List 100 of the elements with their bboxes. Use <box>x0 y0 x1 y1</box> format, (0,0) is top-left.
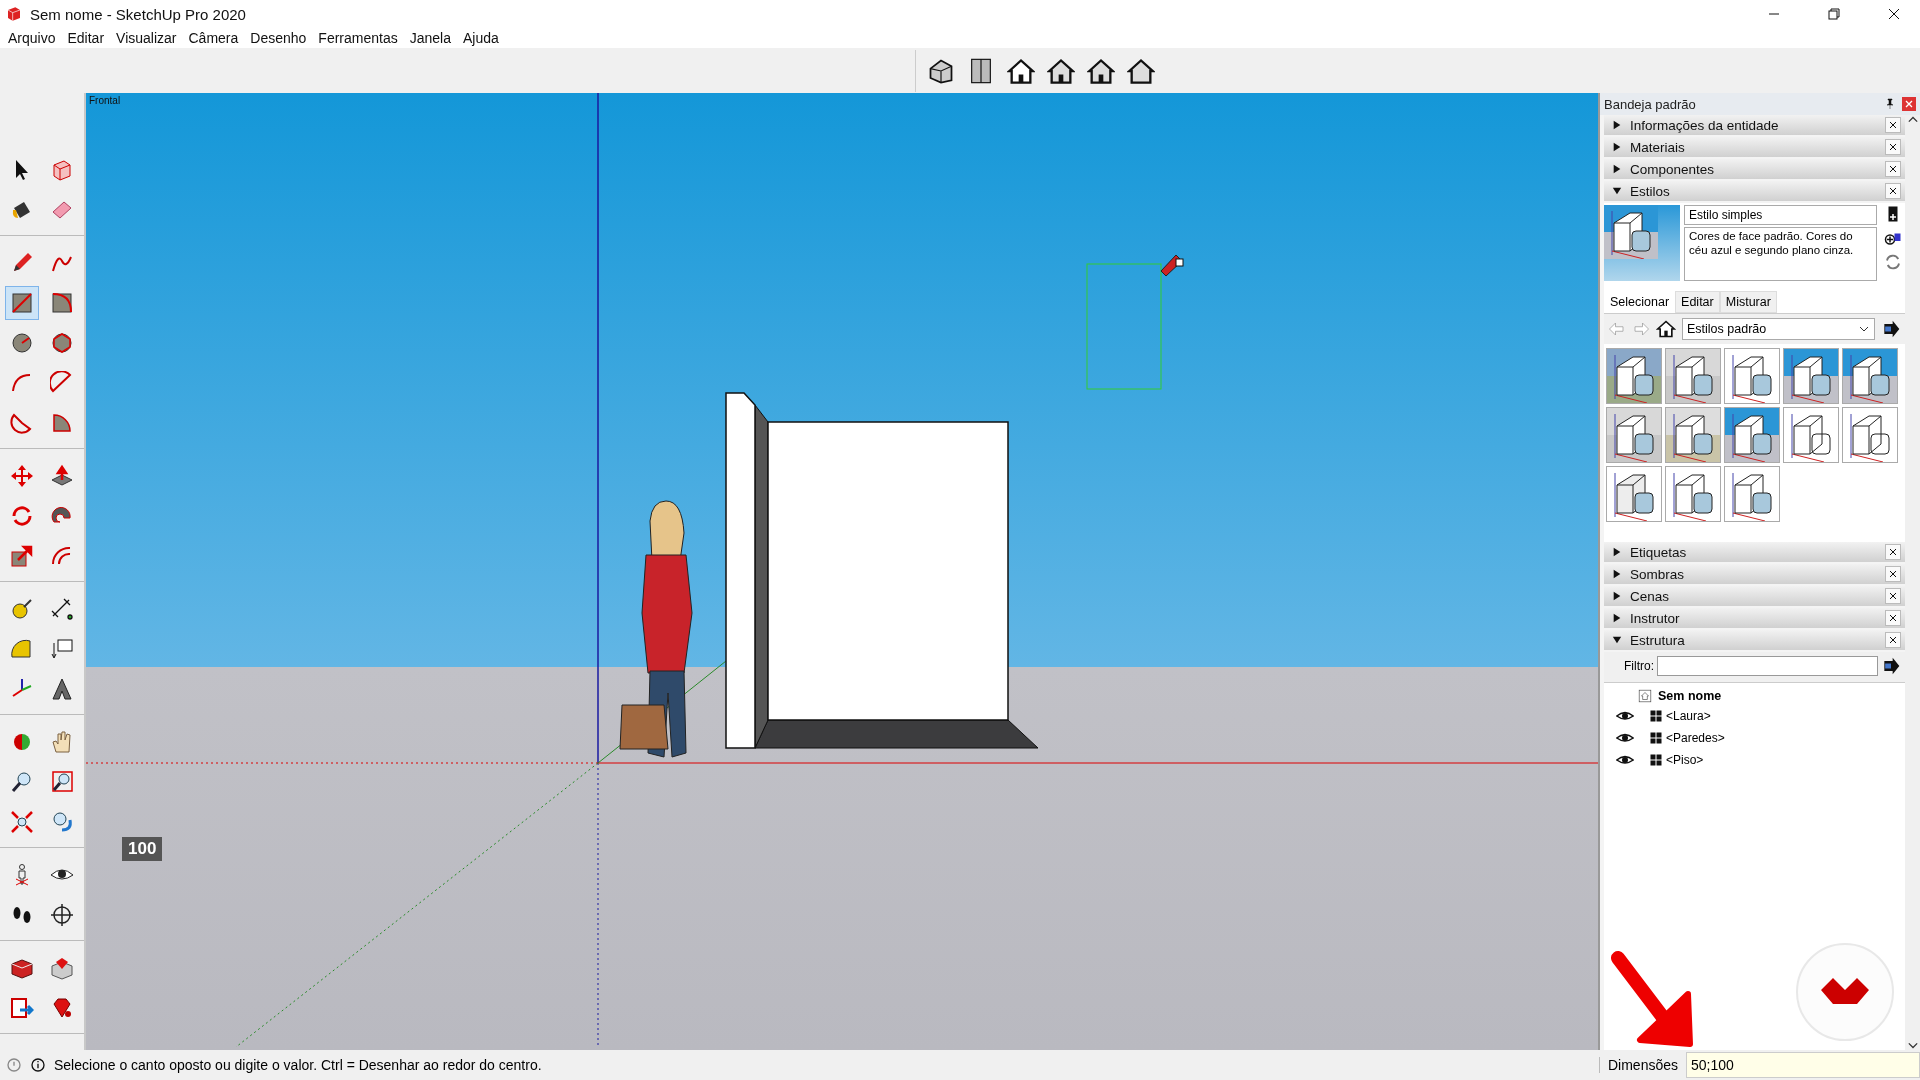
style-thumbnail-drawing <box>1607 349 1661 403</box>
dimension-badge: 100 <box>122 837 163 861</box>
style-thumbnail[interactable] <box>1665 466 1721 522</box>
tray-title: Bandeja padrão <box>1604 96 1697 112</box>
protractor-icon <box>10 637 34 661</box>
triangle-down-icon <box>1612 186 1622 196</box>
close-icon <box>1889 570 1897 578</box>
label-icon <box>50 637 74 661</box>
scale-icon <box>10 544 34 568</box>
style-thumbnail[interactable] <box>1842 348 1898 404</box>
panel-header[interactable]: Instrutor <box>1604 608 1905 628</box>
outliner-item[interactable]: <Piso> <box>1666 753 1704 767</box>
style-thumbnail[interactable] <box>1783 407 1839 463</box>
style-thumbnail[interactable] <box>1724 407 1780 463</box>
menu-item[interactable]: Ajuda <box>456 30 505 46</box>
outliner-root[interactable]: Sem nome <box>1658 689 1722 703</box>
measurements-label: Dimensões <box>1598 1057 1678 1073</box>
style-name-field[interactable]: Estilo simples <box>1684 205 1877 225</box>
pin-icon <box>1884 98 1896 110</box>
filter-label: Filtro: <box>1624 659 1654 673</box>
menu-item[interactable]: Desenho <box>244 30 313 46</box>
restore-icon <box>1828 8 1840 20</box>
style-thumbnail[interactable] <box>1842 407 1898 463</box>
tray-close-button[interactable] <box>1902 97 1916 111</box>
model-house-icon <box>1638 689 1652 703</box>
style-thumbnail[interactable] <box>1606 407 1662 463</box>
scroll-up-icon <box>1907 115 1918 125</box>
style-tab[interactable]: Misturar <box>1719 291 1777 313</box>
crosshair-circle-icon <box>50 903 74 927</box>
scroll-down-icon <box>1907 1040 1918 1050</box>
style-thumbnail[interactable] <box>1606 348 1662 404</box>
style-thumbnail[interactable] <box>1665 348 1721 404</box>
menu-item[interactable]: Ferramentas <box>312 30 404 46</box>
box-icon <box>10 956 34 980</box>
component-grid-icon <box>1650 732 1662 744</box>
style-thumbnail-drawing <box>1607 467 1661 521</box>
refresh-icon <box>1884 253 1902 271</box>
circular-arrows-icon <box>10 504 34 528</box>
menu-item[interactable]: Janela <box>403 30 457 46</box>
panel-header[interactable]: Informações da entidade <box>1604 115 1905 135</box>
panel-header[interactable]: Estrutura <box>1604 630 1905 650</box>
four-arrows-icon <box>10 464 34 488</box>
close-icon <box>1889 548 1897 556</box>
style-tab[interactable]: Editar <box>1675 291 1720 313</box>
cube-icon <box>50 158 74 182</box>
collection-dropdown[interactable]: Estilos padrão <box>1682 318 1875 340</box>
menu-item[interactable]: Editar <box>61 30 111 46</box>
magnifier-icon <box>10 770 34 794</box>
window-title: Sem nome - SketchUp Pro 2020 <box>30 5 247 23</box>
filter-field[interactable] <box>1657 656 1878 676</box>
panel-header[interactable]: Etiquetas <box>1604 542 1905 562</box>
style-thumbnail[interactable] <box>1665 407 1721 463</box>
outliner-item[interactable]: <Paredes> <box>1666 731 1725 745</box>
triangle-right-icon <box>1612 547 1622 557</box>
style-thumbnail-drawing <box>1607 408 1661 462</box>
style-thumbnail-drawing <box>1784 408 1838 462</box>
triangle-right-icon <box>1612 142 1622 152</box>
menu-item[interactable]: Câmera <box>182 30 245 46</box>
outliner-item[interactable]: <Laura> <box>1666 709 1711 723</box>
triangle-right-icon <box>1612 591 1622 601</box>
menu-item[interactable]: Visualizar <box>110 30 183 46</box>
style-thumbnail-drawing <box>1725 467 1779 521</box>
style-thumbnail-drawing <box>1725 408 1779 462</box>
document-arrow-icon <box>10 996 34 1020</box>
component-grid-icon <box>1650 710 1662 722</box>
geo-location-icon <box>6 1057 22 1073</box>
details-arrow-icon <box>1881 656 1901 676</box>
panel-header[interactable]: Componentes <box>1604 159 1905 179</box>
close-icon <box>1888 8 1900 20</box>
magnifier-square-icon <box>50 770 74 794</box>
component-grid-icon <box>1650 754 1662 766</box>
close-icon <box>1889 636 1897 644</box>
style-thumbnail-drawing <box>1784 349 1838 403</box>
menu-item[interactable]: Arquivo <box>2 30 62 46</box>
style-thumbnail-drawing <box>1725 349 1779 403</box>
panel-header[interactable]: Estilos <box>1604 181 1905 201</box>
style-thumbnail[interactable] <box>1783 348 1839 404</box>
close-icon <box>1889 121 1897 129</box>
measurements-field[interactable]: 50;100 <box>1686 1052 1920 1078</box>
style-description[interactable]: Cores de face padrão. Cores do céu azul e segundo plano cinza. <box>1684 227 1877 281</box>
info-icon <box>30 1057 46 1073</box>
style-thumbnail-drawing <box>1666 408 1720 462</box>
polygon-icon <box>50 331 74 355</box>
panel-header[interactable]: Materiais <box>1604 137 1905 157</box>
panel-header[interactable]: Cenas <box>1604 586 1905 606</box>
close-icon <box>1889 187 1897 195</box>
panel-header[interactable]: Sombras <box>1604 564 1905 584</box>
circle-icon <box>10 331 34 355</box>
triangle-right-icon <box>1612 164 1622 174</box>
triangle-right-icon <box>1612 120 1622 130</box>
forward-arrow-icon <box>1632 320 1650 338</box>
style-thumbnail[interactable] <box>1724 466 1780 522</box>
style-thumbnail[interactable] <box>1724 348 1780 404</box>
back-arrow-icon <box>1608 320 1626 338</box>
close-icon <box>1889 592 1897 600</box>
push-pull-icon <box>50 464 74 488</box>
details-arrow-icon <box>1881 319 1901 339</box>
app-logo-icon <box>6 6 22 22</box>
style-thumbnail[interactable] <box>1606 466 1662 522</box>
arc-three-point-icon <box>10 411 34 435</box>
